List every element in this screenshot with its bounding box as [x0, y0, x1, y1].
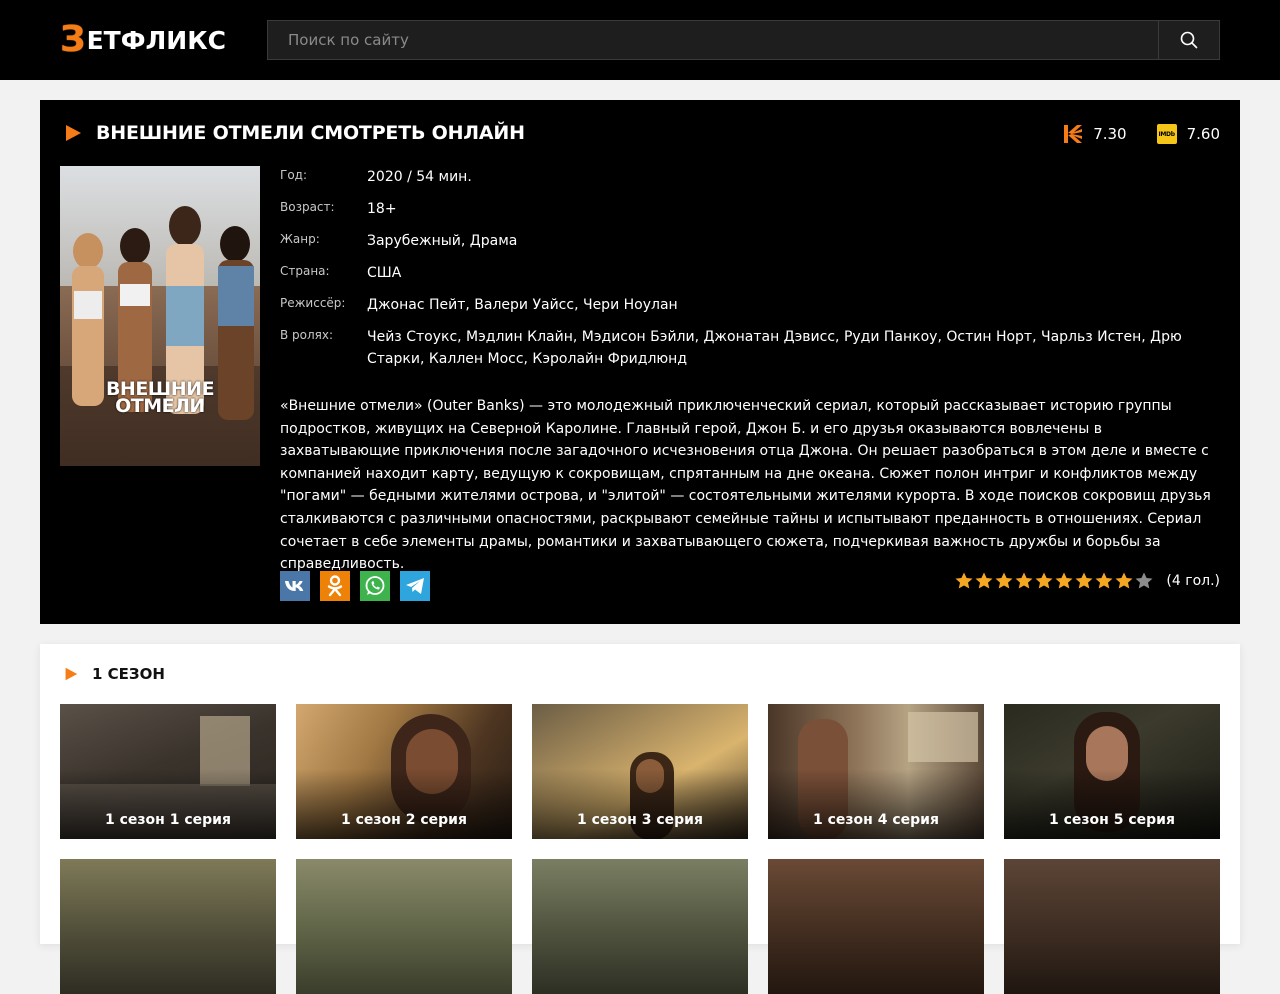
episode-grid: 1 сезон 1 серия 1 сезон 2 серия 1 сезон …: [60, 704, 1220, 994]
film-description: «Внешние отмели» (Outer Banks) — это мол…: [280, 398, 1211, 573]
logo-letter: З: [60, 19, 86, 60]
episode-card[interactable]: 1 сезон 1 серия: [60, 704, 276, 839]
share-telegram-button[interactable]: [400, 571, 430, 601]
season-title: 1 СЕЗОН: [92, 665, 165, 683]
film-info-panel: ВНЕШНИЕ ОТМЕЛИ СМОТРЕТЬ ОНЛАЙН 7.30 IMDb…: [40, 100, 1240, 624]
season-header: 1 СЕЗОН: [64, 665, 165, 683]
episode-card[interactable]: 1 сезон 4 серия: [768, 704, 984, 839]
title-row: ВНЕШНИЕ ОТМЕЛИ СМОТРЕТЬ ОНЛАЙН: [64, 121, 525, 145]
meta-row-age: Возраст: 18+: [280, 200, 397, 217]
episode-label: 1 сезон 2 серия: [341, 812, 467, 828]
share-ok-button[interactable]: [320, 571, 350, 601]
meta-row-director: Режиссёр: Джонас Пейт, Валери Уайсс, Чер…: [280, 296, 678, 313]
film-meta: Год: 2020 / 54 мин. Возраст: 18+ Жанр: З…: [280, 166, 1220, 380]
logo-text: ЕТФЛИКС: [86, 25, 226, 55]
whatsapp-icon: [365, 576, 385, 595]
poster-art: [60, 166, 260, 466]
star-filled-icon[interactable]: [954, 571, 974, 591]
star-filled-icon[interactable]: [1074, 571, 1094, 591]
star-filled-icon[interactable]: [974, 571, 994, 591]
site-logo[interactable]: З ЕТФЛИКС: [60, 22, 226, 58]
star-filled-icon[interactable]: [1114, 571, 1134, 591]
meta-row-year: Год: 2020 / 54 мин.: [280, 168, 472, 185]
ratings: 7.30 IMDb 7.60: [1033, 122, 1220, 146]
imdb-icon: IMDb: [1156, 124, 1177, 144]
meta-row-country: Страна: США: [280, 264, 402, 281]
rating-kinopoisk-value: 7.30: [1093, 125, 1127, 143]
poster-image: ВНЕШНИЕ ОТМЕЛИ: [60, 166, 260, 466]
kinopoisk-icon: [1064, 125, 1083, 143]
user-rating: (4 гол.): [954, 571, 1220, 591]
star-filled-icon[interactable]: [1034, 571, 1054, 591]
vk-icon: [285, 581, 304, 591]
share-whatsapp-button[interactable]: [360, 571, 390, 601]
episode-label: 1 сезон 3 серия: [577, 812, 703, 828]
episode-card[interactable]: 1 сезон 3 серия: [532, 704, 748, 839]
season-panel: 1 СЕЗОН 1 сезон 1 серия 1 сезон 2 серия …: [40, 644, 1240, 994]
star-filled-icon[interactable]: [994, 571, 1014, 591]
search-input[interactable]: [268, 21, 1158, 59]
site-header: З ЕТФЛИКС: [0, 0, 1280, 80]
play-icon: [65, 667, 78, 681]
star-empty-icon[interactable]: [1134, 571, 1154, 591]
episode-card[interactable]: [296, 859, 512, 994]
episode-card[interactable]: 1 сезон 5 серия: [1004, 704, 1220, 839]
episode-card[interactable]: 1 сезон 2 серия: [296, 704, 512, 839]
search-bar: [267, 20, 1220, 60]
search-button[interactable]: [1158, 21, 1219, 59]
rating-stars[interactable]: [954, 571, 1154, 591]
telegram-icon: [406, 578, 424, 594]
episode-label: 1 сезон 4 серия: [813, 812, 939, 828]
star-filled-icon[interactable]: [1054, 571, 1074, 591]
rating-kinopoisk: 7.30: [1063, 124, 1127, 144]
episode-card[interactable]: [1004, 859, 1220, 994]
odnoklassniki-icon: [327, 575, 343, 597]
rating-imdb-value: 7.60: [1186, 125, 1220, 143]
episode-label: 1 сезон 5 серия: [1049, 812, 1175, 828]
play-icon: [66, 125, 81, 141]
share-vk-button[interactable]: [280, 571, 310, 601]
page-title: ВНЕШНИЕ ОТМЕЛИ СМОТРЕТЬ ОНЛАЙН: [96, 122, 525, 144]
share-buttons: [280, 571, 440, 601]
poster-title: ВНЕШНИЕ ОТМЕЛИ: [105, 378, 215, 417]
rating-imdb: IMDb 7.60: [1156, 124, 1220, 144]
episode-card[interactable]: [768, 859, 984, 994]
episode-label: 1 сезон 1 серия: [105, 812, 231, 828]
meta-row-genre: Жанр: Зарубежный, Драма: [280, 232, 518, 249]
votes-count: (4 гол.): [1166, 573, 1220, 589]
episode-card[interactable]: [60, 859, 276, 994]
episode-card[interactable]: [532, 859, 748, 994]
search-icon: [1180, 31, 1198, 49]
star-filled-icon[interactable]: [1094, 571, 1114, 591]
meta-row-cast: В ролях: Чейз Стоукс, Мэдлин Клайн, Мэди…: [280, 328, 1182, 367]
star-filled-icon[interactable]: [1014, 571, 1034, 591]
